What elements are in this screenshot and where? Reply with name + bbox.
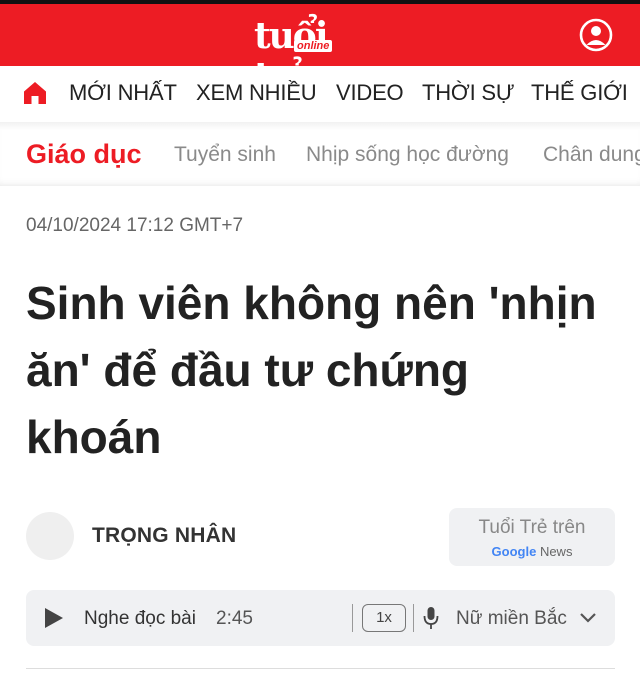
google-news-button[interactable]: Tuổi Trẻ trên Google News <box>449 508 615 566</box>
nav-item-thoi-su[interactable]: THỜI SỰ <box>422 80 515 106</box>
main-nav: MỚI NHẤT XEM NHIỀU VIDEO THỜI SỰ THẾ GIỚ… <box>0 66 640 122</box>
author-name[interactable]: TRỌNG NHÂN <box>92 523 236 549</box>
user-circle-icon[interactable] <box>579 18 613 52</box>
player-divider <box>413 604 414 632</box>
logo-online-tag: online <box>294 40 333 52</box>
google-wordmark: Google <box>491 544 537 559</box>
nav-item-xem-nhieu[interactable]: XEM NHIỀU <box>196 80 317 106</box>
google-news-logo: Google News <box>449 544 615 560</box>
subnav-item-nhip-song[interactable]: Nhịp sống học đường <box>306 142 509 168</box>
audio-player: Nghe đọc bài 2:45 1x Nữ miền Bắc <box>26 590 615 646</box>
top-header: tuổi trẻ online <box>0 0 640 96</box>
category-title[interactable]: Giáo dục <box>26 138 142 170</box>
microphone-icon <box>423 607 439 629</box>
content-divider <box>26 668 615 669</box>
subnav-item-tuyen-sinh[interactable]: Tuyển sinh <box>174 142 276 168</box>
voice-select[interactable]: Nữ miền Bắc <box>456 607 567 631</box>
site-logo[interactable]: tuổi trẻ online <box>254 16 374 96</box>
play-icon[interactable] <box>44 607 64 629</box>
nav-item-video[interactable]: VIDEO <box>336 80 404 106</box>
nav-divider <box>0 122 640 130</box>
article-headline: Sinh viên không nên 'nhịn ăn' để đầu tư … <box>26 277 597 463</box>
publish-date: 04/10/2024 17:12 GMT+7 <box>26 215 244 236</box>
status-edge <box>0 0 640 4</box>
news-wordmark: News <box>539 544 573 559</box>
player-duration: 2:45 <box>216 608 253 629</box>
nav-item-moi-nhat[interactable]: MỚI NHẤT <box>69 80 177 106</box>
home-icon[interactable] <box>22 80 48 106</box>
nav-item-the-gioi[interactable]: THẾ GIỚI <box>531 80 628 106</box>
chevron-down-icon[interactable] <box>579 610 597 626</box>
playback-speed-button[interactable]: 1x <box>362 604 406 632</box>
category-nav: Giáo dục Tuyển sinh Nhịp sống học đường … <box>0 122 640 186</box>
author-avatar[interactable] <box>26 512 74 560</box>
subnav-item-chan-dung[interactable]: Chân dung <box>543 142 640 168</box>
google-news-label: Tuổi Trẻ trên <box>478 517 586 538</box>
player-divider <box>352 604 353 632</box>
player-label: Nghe đọc bài <box>84 608 196 629</box>
